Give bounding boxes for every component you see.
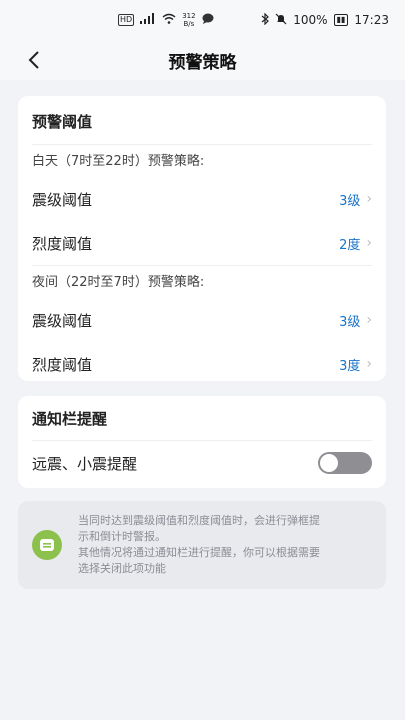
status-bar: HD 312 B/s 100% ▮▮ 17:23 bbox=[0, 0, 405, 40]
row-value-wrap: 3级 › bbox=[339, 311, 372, 330]
chevron-right-icon: › bbox=[366, 191, 372, 207]
bluetooth-icon bbox=[261, 12, 270, 28]
row-value: 3级 bbox=[339, 193, 361, 209]
info-line: 示和倒计时警报。 bbox=[78, 530, 166, 543]
page-title: 预警策略 bbox=[168, 52, 237, 73]
info-line: 其他情况将通过通知栏进行提醒，你可以根据需要 bbox=[78, 546, 320, 559]
row-value: 3度 bbox=[339, 358, 361, 374]
back-button[interactable] bbox=[20, 48, 48, 72]
message-icon bbox=[202, 13, 214, 27]
row-value-wrap: 3度 › bbox=[339, 355, 372, 374]
hd-icon: HD bbox=[118, 14, 135, 26]
threshold-card: 预警阈值 白天（7时至22时）预警策略: 震级阈值 3级 › 烈度阈值 2度 ›… bbox=[18, 96, 386, 381]
status-left: HD 312 B/s bbox=[118, 12, 214, 28]
row-label: 烈度阈值 bbox=[32, 355, 93, 374]
chevron-right-icon: › bbox=[366, 312, 372, 328]
net-speed: 312 B/s bbox=[182, 12, 196, 28]
notify-card: 通知栏提醒 远震、小震提醒 bbox=[18, 396, 386, 488]
info-card: 当同时达到震级阈值和烈度阈值时，会进行弹框提 示和倒计时警报。 其他情况将通过通… bbox=[18, 501, 386, 589]
signal-icon bbox=[140, 13, 156, 27]
row-value: 2度 bbox=[339, 237, 361, 253]
row-value-wrap: 3级 › bbox=[339, 190, 372, 209]
info-line: 选择关闭此项功能 bbox=[78, 562, 166, 575]
status-right: 100% ▮▮ 17:23 bbox=[261, 12, 389, 28]
back-arrow-icon bbox=[28, 51, 39, 69]
chevron-right-icon: › bbox=[366, 235, 372, 251]
clock: 17:23 bbox=[354, 13, 389, 27]
toggle-knob bbox=[320, 454, 338, 472]
row-label: 烈度阈值 bbox=[32, 234, 93, 253]
row-label: 震级阈值 bbox=[32, 311, 93, 330]
info-icon bbox=[32, 530, 62, 560]
threshold-card-title: 预警阈值 bbox=[32, 96, 372, 145]
far-small-quake-row: 远震、小震提醒 bbox=[32, 441, 372, 485]
far-small-quake-toggle[interactable] bbox=[318, 452, 372, 474]
wifi-icon bbox=[162, 13, 176, 27]
row-value-wrap: 2度 › bbox=[339, 234, 372, 253]
notify-card-title: 通知栏提醒 bbox=[32, 396, 372, 441]
info-line: 当同时达到震级阈值和烈度阈值时，会进行弹框提 bbox=[78, 514, 320, 527]
day-magnitude-row[interactable]: 震级阈值 3级 › bbox=[32, 177, 372, 221]
chevron-right-icon: › bbox=[366, 356, 372, 372]
info-text: 当同时达到震级阈值和烈度阈值时，会进行弹框提 示和倒计时警报。 其他情况将通过通… bbox=[78, 513, 320, 577]
day-intensity-row[interactable]: 烈度阈值 2度 › bbox=[32, 221, 372, 265]
nav-bar: 预警策略 bbox=[0, 40, 405, 80]
day-section-label: 白天（7时至22时）预警策略: bbox=[32, 154, 205, 169]
night-magnitude-row[interactable]: 震级阈值 3级 › bbox=[32, 298, 372, 342]
toggle-label: 远震、小震提醒 bbox=[32, 454, 138, 473]
battery-icon: ▮▮ bbox=[333, 14, 349, 26]
mute-bell-icon bbox=[275, 13, 287, 28]
row-label: 震级阈值 bbox=[32, 190, 93, 209]
row-value: 3级 bbox=[339, 314, 361, 330]
night-intensity-row[interactable]: 烈度阈值 3度 › bbox=[32, 342, 372, 386]
battery-text: 100% bbox=[293, 13, 328, 27]
night-section-label: 夜间（22时至7时）预警策略: bbox=[32, 275, 205, 290]
